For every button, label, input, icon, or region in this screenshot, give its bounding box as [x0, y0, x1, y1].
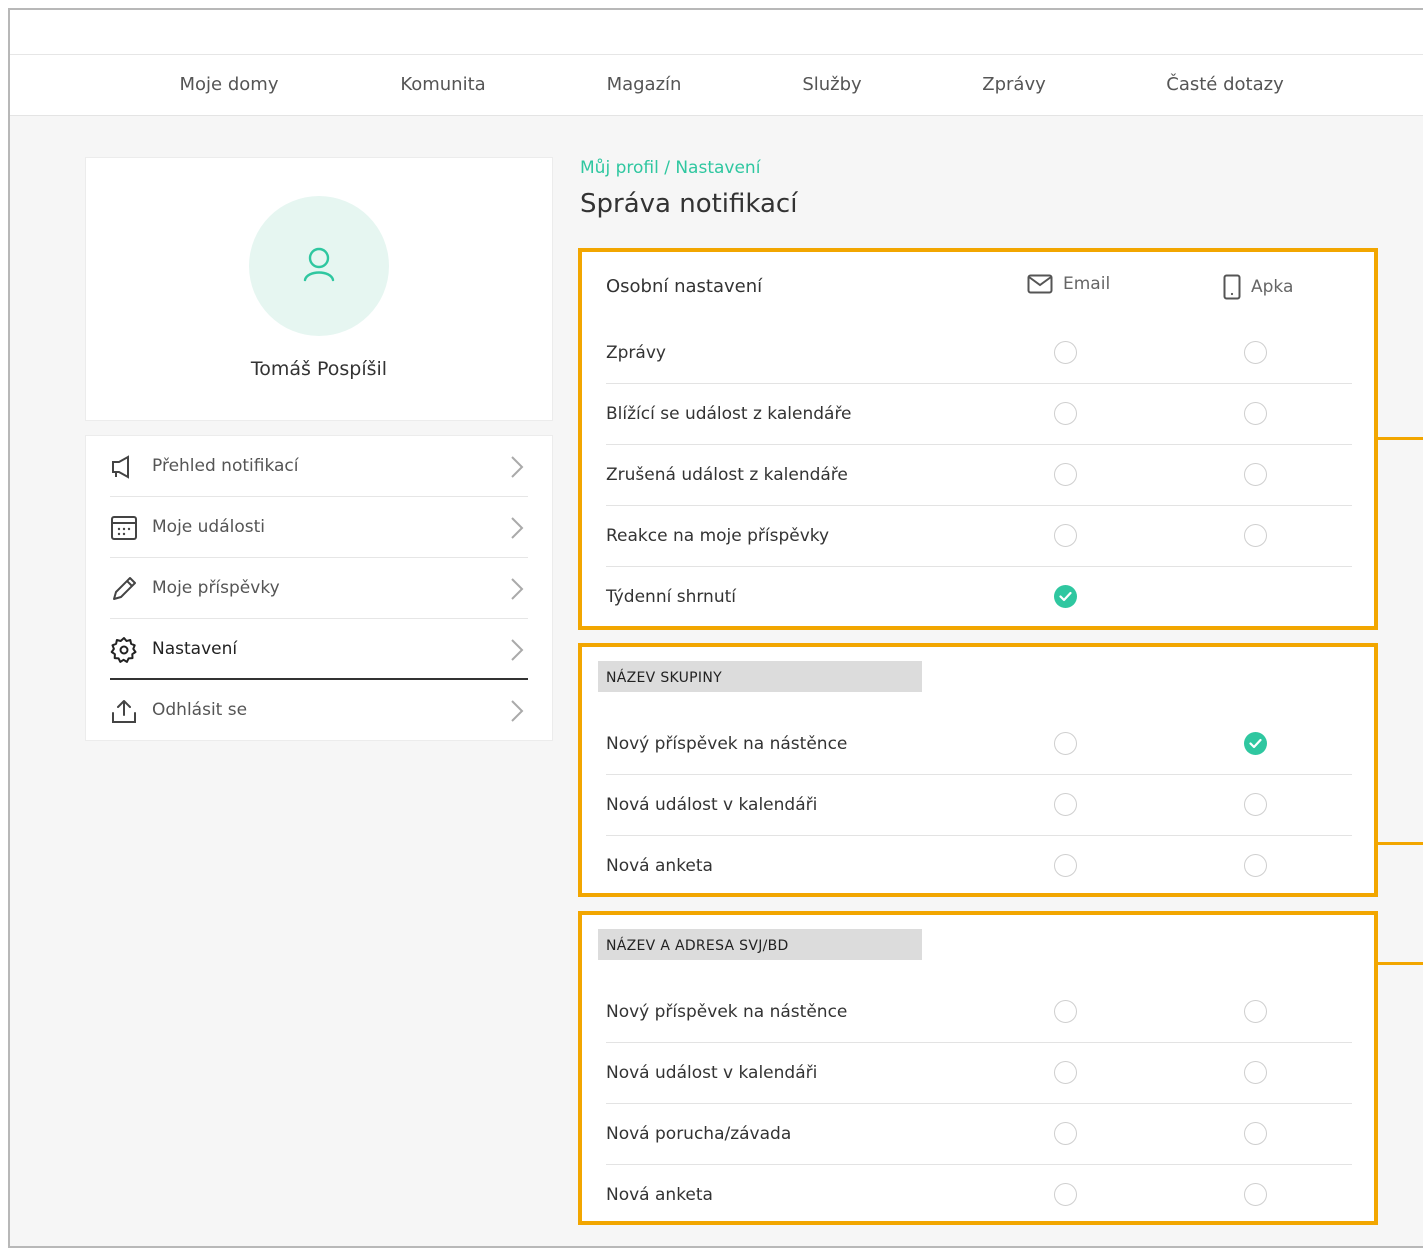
- nav-zpravy[interactable]: Zprávy: [982, 55, 1046, 115]
- app-toggle[interactable]: [1244, 1061, 1267, 1084]
- email-toggle[interactable]: [1054, 1061, 1077, 1084]
- menu-item-moje-udalosti[interactable]: Moje události: [110, 497, 528, 558]
- row-label: Nová anketa: [606, 1185, 713, 1205]
- email-toggle[interactable]: [1054, 341, 1077, 364]
- notification-row: Zrušená událost z kalendáře: [606, 445, 1352, 506]
- personal-settings-section: Osobní nastavení Email Apka Zprávy Blížíc…: [578, 248, 1378, 630]
- menu-label: Odhlásit se: [152, 700, 248, 720]
- profile-name: Tomáš Pospíšil: [250, 358, 388, 380]
- app-toggle[interactable]: [1244, 793, 1267, 816]
- row-label: Nová událost v kalendáři: [606, 795, 818, 815]
- annotation-line: [1378, 437, 1423, 440]
- notification-row: Reakce na moje příspěvky: [606, 506, 1352, 567]
- megaphone-icon: [112, 455, 129, 479]
- email-toggle[interactable]: [1054, 1122, 1077, 1145]
- breadcrumb[interactable]: Můj profil / Nastavení: [580, 158, 760, 178]
- nav-caste-dotazy[interactable]: Časté dotazy: [1166, 55, 1283, 115]
- check-icon: [1059, 591, 1072, 602]
- phone-icon: [1223, 274, 1241, 300]
- svj-label: NÁZEV A ADRESA SVJ/BD: [598, 929, 922, 960]
- avatar: [249, 196, 389, 336]
- row-label: Týdenní shrnutí: [606, 587, 736, 607]
- menu-item-odhlasit-se[interactable]: Odhlásit se: [110, 680, 528, 741]
- row-label: Nová událost v kalendáři: [606, 1063, 818, 1083]
- email-toggle[interactable]: [1054, 524, 1077, 547]
- row-label: Blížící se událost z kalendáře: [606, 404, 852, 424]
- notification-row: Týdenní shrnutí: [606, 567, 1352, 628]
- menu-item-prehled-notifikaci[interactable]: Přehled notifikací: [110, 436, 528, 497]
- notification-row: Blížící se událost z kalendáře: [606, 384, 1352, 445]
- chevron-right-icon: [511, 700, 524, 722]
- row-label: Nová porucha/závada: [606, 1124, 792, 1144]
- menu-item-moje-prispevky[interactable]: Moje příspěvky: [110, 558, 528, 619]
- notification-row: Zprávy: [606, 323, 1352, 384]
- row-label: Reakce na moje příspěvky: [606, 526, 830, 546]
- menu-item-nastaveni[interactable]: Nastavení: [110, 619, 528, 680]
- notification-row: Nová porucha/závada: [606, 1104, 1352, 1165]
- notification-row: Nová událost v kalendáři: [606, 775, 1352, 836]
- calendar-icon: [111, 516, 137, 540]
- profile-card: Tomáš Pospíšil: [85, 157, 553, 421]
- gear-icon: [110, 637, 137, 663]
- user-icon: [303, 247, 335, 282]
- row-label: Zprávy: [606, 343, 666, 363]
- group-label: NÁZEV SKUPINY: [598, 661, 922, 692]
- profile-menu: Přehled notifikací Moje události Moje př…: [85, 435, 553, 741]
- nav-komunita[interactable]: Komunita: [400, 55, 485, 115]
- chevron-right-icon: [511, 517, 524, 539]
- main-nav: Moje domy Komunita Magazín Služby Zprávy…: [10, 55, 1423, 116]
- app-toggle[interactable]: [1244, 1122, 1267, 1145]
- row-label: Zrušená událost z kalendáře: [606, 465, 848, 485]
- app-toggle[interactable]: [1244, 463, 1267, 486]
- top-bar: [10, 10, 1423, 55]
- email-toggle[interactable]: [1054, 1000, 1077, 1023]
- app-toggle[interactable]: [1244, 854, 1267, 877]
- notification-row: Nová anketa: [606, 836, 1352, 897]
- email-toggle[interactable]: [1054, 793, 1077, 816]
- column-email: Email: [1027, 274, 1110, 294]
- menu-label: Nastavení: [152, 639, 238, 659]
- chevron-right-icon: [511, 639, 524, 661]
- notification-row: Nový příspěvek na nástěnce: [606, 714, 1352, 775]
- chevron-right-icon: [511, 456, 524, 478]
- pencil-icon: [113, 577, 136, 600]
- notification-row: Nová anketa: [606, 1165, 1352, 1226]
- app-toggle[interactable]: [1244, 524, 1267, 547]
- app-toggle[interactable]: [1244, 1000, 1267, 1023]
- mail-icon: [1027, 274, 1053, 294]
- annotation-line: [1378, 842, 1423, 845]
- menu-label: Moje příspěvky: [152, 578, 280, 598]
- email-toggle[interactable]: [1054, 1183, 1077, 1206]
- email-toggle[interactable]: [1054, 463, 1077, 486]
- nav-magazin[interactable]: Magazín: [607, 55, 682, 115]
- email-toggle[interactable]: [1054, 402, 1077, 425]
- row-label: Nový příspěvek na nástěnce: [606, 1002, 848, 1022]
- nav-sluzby[interactable]: Služby: [802, 55, 861, 115]
- svj-section: NÁZEV A ADRESA SVJ/BD Nový příspěvek na …: [578, 911, 1378, 1225]
- notification-row: Nový příspěvek na nástěnce: [606, 982, 1352, 1043]
- row-label: Nová anketa: [606, 856, 713, 876]
- notification-row: Nová událost v kalendáři: [606, 1043, 1352, 1104]
- upload-icon: [112, 700, 136, 723]
- app-toggle[interactable]: [1244, 732, 1267, 755]
- app-toggle[interactable]: [1244, 402, 1267, 425]
- check-icon: [1249, 738, 1262, 749]
- section-title: Osobní nastavení: [606, 276, 763, 297]
- email-toggle[interactable]: [1054, 732, 1077, 755]
- page-title: Správa notifikací: [580, 189, 798, 219]
- email-toggle[interactable]: [1054, 585, 1077, 608]
- row-label: Nový příspěvek na nástěnce: [606, 734, 848, 754]
- app-toggle[interactable]: [1244, 1183, 1267, 1206]
- annotation-line: [1378, 962, 1423, 965]
- nav-moje-domy[interactable]: Moje domy: [180, 55, 279, 115]
- group-section: NÁZEV SKUPINY Nový příspěvek na nástěnce…: [578, 643, 1378, 897]
- menu-label: Moje události: [152, 517, 266, 537]
- column-email-label: Email: [1063, 274, 1111, 294]
- menu-label: Přehled notifikací: [152, 456, 299, 476]
- email-toggle[interactable]: [1054, 854, 1077, 877]
- column-app: Apka: [1223, 274, 1293, 300]
- chevron-right-icon: [511, 578, 524, 600]
- column-app-label: Apka: [1251, 277, 1294, 297]
- app-toggle[interactable]: [1244, 341, 1267, 364]
